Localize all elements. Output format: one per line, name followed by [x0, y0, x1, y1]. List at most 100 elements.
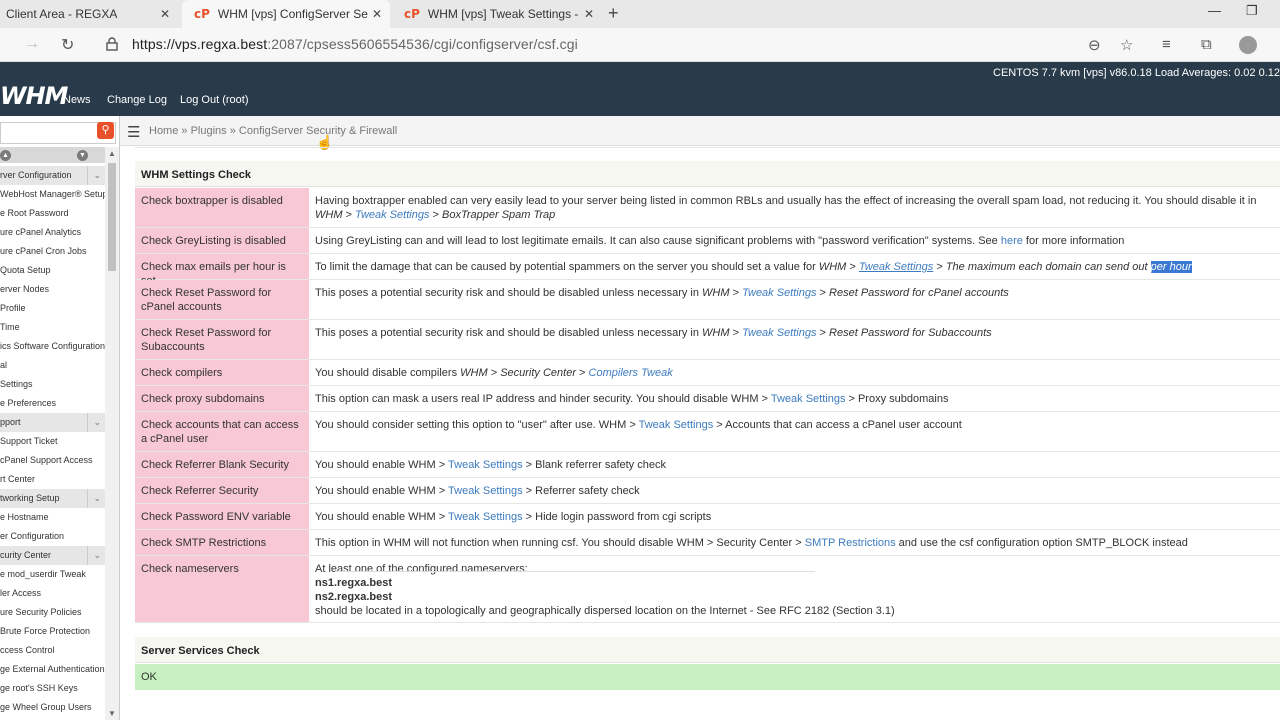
favorite-star-icon[interactable]: ☆ — [1120, 36, 1133, 54]
whm-logo[interactable]: WHM — [0, 82, 68, 110]
sidebar-item[interactable]: er Configuration — [0, 527, 105, 546]
sidebar-item[interactable]: ler Access — [0, 584, 105, 603]
scroll-down-icon[interactable]: ▼ — [108, 709, 116, 718]
check-message: This option in WHM will not function whe… — [315, 537, 1188, 549]
sidebar-item[interactable]: Brute Force Protection — [0, 622, 105, 641]
browser-tab-client-area[interactable]: Client Area - REGXA ✕ — [6, 0, 178, 28]
sidebar-item[interactable]: cPanel Support Access — [0, 451, 105, 470]
sidebar-item[interactable]: e Root Password — [0, 204, 105, 223]
restore-icon[interactable]: ❐ — [1246, 3, 1258, 19]
section-server-services: Server Services Check — [135, 637, 1280, 663]
tweak-settings-link[interactable]: Tweak Settings — [355, 209, 429, 221]
tweak-settings-link[interactable]: Tweak Settings — [771, 393, 846, 405]
close-icon[interactable]: ✕ — [372, 7, 382, 21]
sidebar-item[interactable]: rt Center — [0, 470, 105, 489]
chevron-down-icon[interactable]: ⌄ — [87, 489, 101, 508]
sidebar-item[interactable]: erver Nodes — [0, 280, 105, 299]
scroll-thumb[interactable] — [108, 163, 116, 271]
sidebar-section-header[interactable]: tworking Setup ⌄ — [0, 489, 105, 508]
tweak-settings-link[interactable]: Tweak Settings — [639, 419, 714, 431]
sidebar-item[interactable]: ge Wheel Group Users — [0, 698, 105, 717]
collections-icon[interactable]: ⧉ — [1201, 36, 1212, 53]
table-row: Check SMTP Restrictions This option in W… — [135, 530, 1280, 556]
table-row: Check Referrer Security You should enabl… — [135, 478, 1280, 504]
expand-all-icon[interactable]: ▼ — [77, 150, 88, 161]
compilers-tweak-link[interactable]: Compilers Tweak — [589, 367, 673, 379]
close-icon[interactable]: ✕ — [584, 7, 594, 21]
sidebar-item[interactable]: ge root's SSH Keys — [0, 679, 105, 698]
check-message: This poses a potential security risk and… — [315, 287, 1009, 299]
tweak-settings-link[interactable]: Tweak Settings — [448, 459, 523, 471]
sidebar-item[interactable]: al — [0, 356, 105, 375]
table-row: Check accounts that can access a cPanel … — [135, 412, 1280, 452]
nav-news[interactable]: News — [63, 94, 91, 106]
sidebar-item-label: Quota Setup — [0, 265, 51, 275]
cpanel-icon: cP — [404, 7, 420, 21]
sidebar-section-header[interactable]: pport ⌄ — [0, 413, 105, 432]
table-row: Check GreyListing is disabled Using Grey… — [135, 228, 1280, 254]
new-tab-button[interactable]: + — [608, 3, 619, 24]
table-row: Check nameservers At least one of the co… — [135, 556, 1280, 623]
sidebar-item-label: rver Configuration — [0, 170, 72, 180]
crumb-home[interactable]: Home — [149, 125, 178, 137]
url-input[interactable]: https://vps.regxa.best:2087/cpsess560655… — [132, 36, 578, 52]
sidebar-item-label: pport — [0, 417, 21, 427]
nav-changelog[interactable]: Change Log — [107, 94, 167, 106]
close-icon[interactable]: ✕ — [160, 7, 170, 21]
server-status: CENTOS 7.7 kvm [vps] v86.0.18 Load Avera… — [993, 67, 1280, 79]
profile-avatar[interactable] — [1239, 36, 1257, 54]
lock-icon — [106, 37, 118, 51]
browser-address-bar: → ↻ https://vps.regxa.best:2087/cpsess56… — [0, 28, 1280, 62]
search-icon[interactable]: ⚲ — [97, 122, 114, 139]
sidebar-item[interactable]: WebHost Manager® Setup — [0, 185, 105, 204]
tweak-settings-link[interactable]: Tweak Settings — [742, 327, 816, 339]
sidebar-section-header[interactable]: curity Center ⌄ — [0, 546, 105, 565]
sidebar-item-label: Time — [0, 322, 20, 332]
check-name: Check max emails per hour is set — [135, 254, 309, 287]
zoom-icon[interactable]: ⊖ — [1088, 36, 1101, 54]
sidebar-item-label: ge root's SSH Keys — [0, 683, 78, 693]
tweak-settings-link[interactable]: Tweak Settings — [448, 485, 523, 497]
sidebar-item[interactable]: ure cPanel Analytics — [0, 223, 105, 242]
sidebar-item[interactable]: e mod_userdir Tweak — [0, 565, 105, 584]
chevron-down-icon[interactable]: ⌄ — [87, 166, 101, 185]
sidebar-item[interactable]: ccess Control — [0, 641, 105, 660]
sidebar-section-header[interactable]: rver Configuration ⌄ — [0, 166, 105, 185]
sidebar-item[interactable]: Settings — [0, 375, 105, 394]
sidebar-item[interactable]: ics Software Configuration — [0, 337, 105, 356]
scroll-up-icon[interactable]: ▲ — [108, 149, 116, 158]
chevron-down-icon[interactable]: ⌄ — [87, 413, 101, 432]
whm-header: CENTOS 7.7 kvm [vps] v86.0.18 Load Avera… — [0, 62, 1280, 116]
sidebar-item[interactable]: ge External Authentications — [0, 660, 105, 679]
favorites-icon[interactable]: ≡ — [1162, 36, 1171, 53]
sidebar-item[interactable]: e Hostname — [0, 508, 105, 527]
sidebar-item-label: Settings — [0, 379, 33, 389]
sidebar-item-label: curity Center — [0, 550, 52, 560]
here-link[interactable]: here — [1001, 235, 1023, 247]
tweak-settings-link[interactable]: Tweak Settings — [859, 261, 933, 273]
chevron-down-icon[interactable]: ⌄ — [87, 546, 101, 565]
minimize-icon[interactable]: — — [1208, 3, 1221, 18]
collapse-all-icon[interactable]: ▲ — [0, 150, 11, 161]
sidebar-item[interactable]: Time — [0, 318, 105, 337]
sidebar-item[interactable]: ure Security Policies — [0, 603, 105, 622]
sidebar: ⚲ ▲ ▼ rver Configuration ⌄ WebHost Manager… — [0, 116, 120, 720]
browser-tab-configserver[interactable]: cP WHM [vps] ConfigServer Security ✕ — [182, 0, 390, 28]
sidebar-item[interactable]: e Preferences — [0, 394, 105, 413]
sidebar-item[interactable]: Profile — [0, 299, 105, 318]
browser-tab-tweak-settings[interactable]: cP WHM [vps] Tweak Settings - 86.0 ✕ — [394, 0, 602, 28]
crumb-plugins[interactable]: Plugins — [191, 125, 227, 137]
refresh-icon[interactable]: ↻ — [61, 35, 74, 55]
sidebar-item[interactable]: ure cPanel Cron Jobs — [0, 242, 105, 261]
mouse-cursor-icon: ☝ — [316, 134, 334, 150]
nav-logout[interactable]: Log Out (root) — [180, 94, 248, 106]
menu-icon[interactable]: ☰ — [127, 123, 140, 141]
sidebar-item[interactable]: Quota Setup — [0, 261, 105, 280]
check-message: At least one of the configured nameserve… — [315, 563, 895, 617]
sidebar-item[interactable]: Support Ticket — [0, 432, 105, 451]
sidebar-scrollbar[interactable]: ▲ ▼ — [105, 147, 119, 720]
tweak-settings-link[interactable]: Tweak Settings — [448, 511, 523, 523]
forward-icon[interactable]: → — [24, 35, 40, 53]
tweak-settings-link[interactable]: Tweak Settings — [742, 287, 816, 299]
smtp-restrictions-link[interactable]: SMTP Restrictions — [805, 537, 896, 549]
